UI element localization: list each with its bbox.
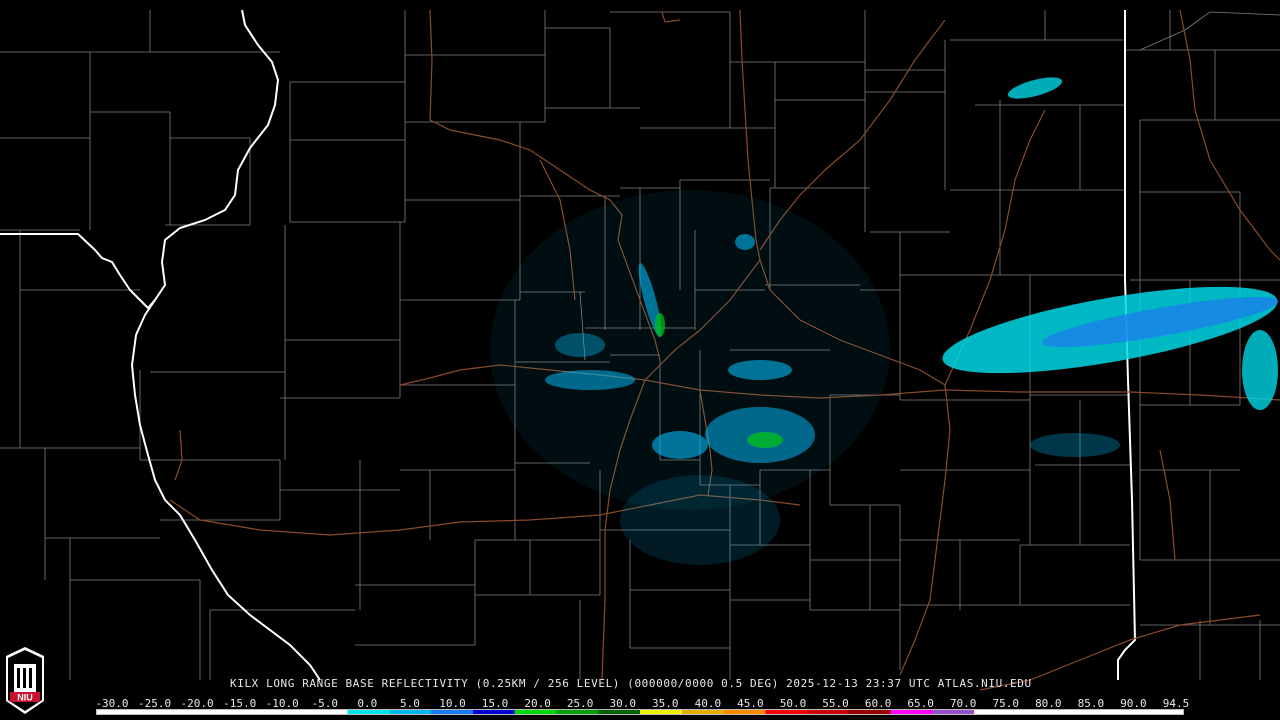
scale-tick-label: 50.0 xyxy=(779,697,807,710)
reflectivity-echoes xyxy=(490,77,1279,565)
scale-tick-label: 5.0 xyxy=(399,697,420,710)
scale-tick-label: 15.0 xyxy=(481,697,509,710)
scale-tick-label: 85.0 xyxy=(1077,697,1105,710)
scale-tick-label: 94.5 xyxy=(1162,697,1190,710)
scale-tick-label: 70.0 xyxy=(949,697,977,710)
scale-tick-label: 25.0 xyxy=(566,697,594,710)
scale-tick-label: -10.0 xyxy=(265,697,299,710)
scale-tick-label: 0.0 xyxy=(357,697,378,710)
scale-tick-label: -20.0 xyxy=(180,697,214,710)
product-title: KILX LONG RANGE BASE REFLECTIVITY (0.25K… xyxy=(230,677,1032,690)
scale-tick-label: 60.0 xyxy=(864,697,892,710)
scale-tick-label: 35.0 xyxy=(652,697,679,710)
scale-tick-label: 30.0 xyxy=(609,697,636,710)
scale-tick-label: 80.0 xyxy=(1035,697,1062,710)
scale-tick-label: 20.0 xyxy=(524,697,551,710)
scale-tick-label: 65.0 xyxy=(907,697,934,710)
scale-tick-label: 40.0 xyxy=(694,697,722,710)
scale-tick-label: -30.0 xyxy=(95,697,129,710)
scale-tick-label: 10.0 xyxy=(439,697,466,710)
reflectivity-scale: -30.0 -25.0 -20.0 -15.0 -10.0 -5.0 0.0 5.0 10.0 1… xyxy=(0,697,1280,720)
scale-tick-label: 45.0 xyxy=(737,697,764,710)
scale-tick-label: -5.0 xyxy=(311,697,339,710)
color-scale-bar xyxy=(96,709,1184,715)
scale-tick-label: -15.0 xyxy=(223,697,257,710)
scale-tick-label: 90.0 xyxy=(1120,697,1147,710)
scale-tick-label: 55.0 xyxy=(822,697,849,710)
radar-map xyxy=(0,9,1280,691)
scale-tick-label: -25.0 xyxy=(137,697,172,710)
scale-tick-label: 75.0 xyxy=(992,697,1020,710)
